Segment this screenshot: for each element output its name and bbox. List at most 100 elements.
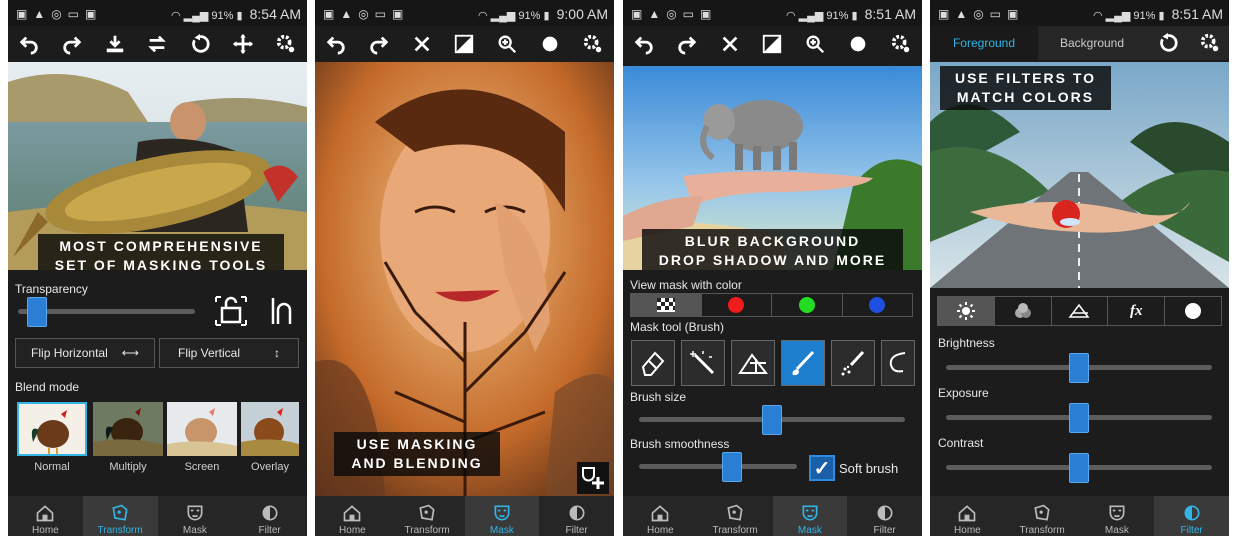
zoom-icon[interactable] xyxy=(493,30,521,58)
clock: 8:51 AM xyxy=(1171,6,1223,22)
tool-gradient[interactable] xyxy=(731,340,775,386)
clear-mask-icon[interactable] xyxy=(716,30,744,58)
caption-line: MATCH COLORS xyxy=(956,89,1095,105)
settings-icon[interactable] xyxy=(1196,29,1224,57)
mask-color-none[interactable] xyxy=(631,294,702,316)
nav-filter[interactable]: Filter xyxy=(539,496,614,536)
brush-smoothness-track[interactable] xyxy=(639,464,797,469)
move-icon[interactable] xyxy=(229,30,257,58)
nav-filter[interactable]: Filter xyxy=(1154,496,1229,536)
clear-mask-icon[interactable] xyxy=(408,30,436,58)
rotate-icon[interactable] xyxy=(186,30,214,58)
brush-smoothness-knob[interactable] xyxy=(721,452,742,482)
redo-icon[interactable] xyxy=(365,30,393,58)
filter-brightness[interactable] xyxy=(938,297,995,325)
nav-home[interactable]: Home xyxy=(623,496,698,536)
nav-filter[interactable]: Filter xyxy=(232,496,307,536)
swap-icon[interactable] xyxy=(143,30,171,58)
blue-swatch xyxy=(869,297,886,313)
nav-transform[interactable]: Transform xyxy=(82,496,158,536)
filter-curves[interactable] xyxy=(1052,297,1109,325)
soft-brush-checkbox[interactable]: ✓ xyxy=(809,455,835,481)
contrast-knob[interactable] xyxy=(1069,453,1089,483)
nav-home[interactable]: Home xyxy=(8,496,83,536)
magnet-icon[interactable] xyxy=(270,296,294,326)
blend-multiply-thumb[interactable] xyxy=(93,402,163,456)
nav-mask[interactable]: Mask xyxy=(1080,496,1155,536)
tab-background[interactable]: Background xyxy=(1038,26,1146,60)
nav-transform[interactable]: Transform xyxy=(390,496,465,536)
settings-icon[interactable] xyxy=(579,30,607,58)
settings-icon[interactable] xyxy=(272,30,300,58)
wifi-icon: ◠ xyxy=(785,10,796,22)
battery-level: 91% xyxy=(211,10,234,22)
battery-icon: ▮ xyxy=(543,10,550,22)
invert-mask-icon[interactable] xyxy=(450,30,478,58)
promo-caption: MOST COMPREHENSIVE SET OF MASKING TOOLS xyxy=(38,234,284,270)
download-icon[interactable] xyxy=(101,30,129,58)
nav-home[interactable]: Home xyxy=(315,496,390,536)
tool-magic-wand[interactable] xyxy=(681,340,725,386)
settings-icon[interactable] xyxy=(887,30,915,58)
nav-mask[interactable]: Mask xyxy=(772,496,848,536)
tab-foreground[interactable]: Foreground xyxy=(930,26,1038,60)
filter-color[interactable] xyxy=(995,297,1052,325)
tool-soft-brush[interactable] xyxy=(831,340,875,386)
tool-brush[interactable] xyxy=(781,340,825,386)
add-mask-button[interactable] xyxy=(577,462,609,494)
caption-line: DROP SHADOW AND MORE xyxy=(658,252,887,268)
nav-filter[interactable]: Filter xyxy=(847,496,922,536)
tool-eraser[interactable] xyxy=(631,340,675,386)
home-icon xyxy=(37,504,54,521)
nav-transform-label: Transform xyxy=(97,524,143,536)
exposure-knob[interactable] xyxy=(1069,403,1089,433)
flip-horizontal-button[interactable]: Flip Horizontal ⟷ xyxy=(15,338,155,368)
nav-transform[interactable]: Transform xyxy=(698,496,773,536)
blend-normal-thumb[interactable] xyxy=(17,402,87,456)
mask-color-green[interactable] xyxy=(772,294,843,316)
sun-icon xyxy=(956,302,975,320)
filter-effects[interactable]: fx xyxy=(1108,297,1166,325)
blend-overlay-thumb[interactable] xyxy=(241,402,299,456)
brush-smoothness-label: Brush smoothness xyxy=(630,437,730,451)
bottom-navigation: Home Transform Mask Filter xyxy=(8,496,307,536)
filter-icon xyxy=(1184,505,1200,520)
photo-woman-blend: USE MASKING AND BLENDING xyxy=(315,62,614,496)
caption-line: BLUR BACKGROUND xyxy=(684,233,861,249)
nav-filter-label: Filter xyxy=(873,524,896,536)
nav-mask-label: Mask xyxy=(797,524,822,536)
brush-preview-icon[interactable] xyxy=(536,30,564,58)
zoom-icon[interactable] xyxy=(801,30,829,58)
brush-preview-icon[interactable] xyxy=(844,30,872,58)
invert-mask-icon[interactable] xyxy=(758,30,786,58)
mask-color-red[interactable] xyxy=(702,294,772,316)
status-bar: ▣▲◎▭▣ ◠ ▂▄▆ 91% ▮ 8:51 AM xyxy=(623,0,922,26)
nav-mask[interactable]: Mask xyxy=(464,496,540,536)
flip-horizontal-label: Flip Horizontal xyxy=(31,346,108,360)
unlock-icon[interactable] xyxy=(215,296,247,326)
mask-color-blue[interactable] xyxy=(843,294,913,316)
wifi-icon: ◠ xyxy=(477,10,488,22)
brush-size-knob[interactable] xyxy=(762,405,782,435)
redo-icon[interactable] xyxy=(58,30,86,58)
nav-transform[interactable]: Transform xyxy=(1005,496,1080,536)
flip-vertical-button[interactable]: Flip Vertical ↕ xyxy=(159,338,299,368)
nav-home[interactable]: Home xyxy=(930,496,1005,536)
transparency-slider-knob[interactable] xyxy=(27,297,48,327)
undo-icon[interactable] xyxy=(322,30,350,58)
redo-icon[interactable] xyxy=(673,30,701,58)
status-bar: ▣▲◎▭▣ ◠ ▂▄▆ 91% ▮ 8:51 AM xyxy=(930,0,1229,26)
tool-lasso[interactable] xyxy=(881,340,915,386)
reset-icon[interactable] xyxy=(1154,29,1182,57)
brightness-knob[interactable] xyxy=(1069,353,1089,383)
filter-vignette[interactable] xyxy=(1165,297,1221,325)
filter-icon xyxy=(569,505,585,520)
blend-multiply-label: Multiply xyxy=(109,461,147,473)
caption-line: AND BLENDING xyxy=(351,455,483,471)
undo-icon[interactable] xyxy=(630,30,658,58)
woman-tree-image xyxy=(315,62,614,496)
status-right: ◠ ▂▄▆ 91% ▮ 8:51 AM xyxy=(1093,6,1223,22)
nav-mask[interactable]: Mask xyxy=(158,496,233,536)
undo-icon[interactable] xyxy=(15,30,43,58)
blend-screen-thumb[interactable] xyxy=(167,402,237,456)
